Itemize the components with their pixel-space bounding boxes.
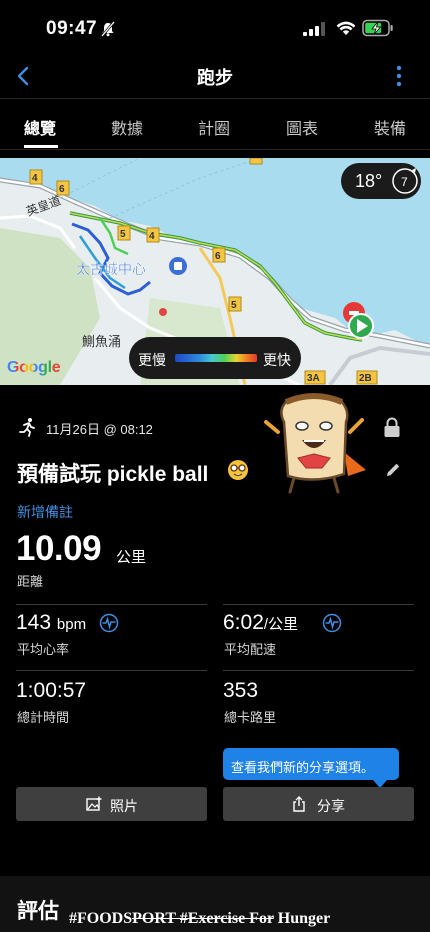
status-time: 09:47 <box>46 18 98 39</box>
calories-value: 353 <box>223 679 259 702</box>
watermark-text-1: #FOODS <box>69 910 133 927</box>
share-button[interactable]: 分享 <box>223 787 414 821</box>
activity-date: 11月26日 @ 08:12 <box>46 422 153 437</box>
tab-bar: 總覽 數據 計圈 圖表 裝備 <box>0 98 430 150</box>
heart-rate-unit: bpm <box>56 616 87 633</box>
more-options-icon[interactable] <box>392 64 406 88</box>
battery-charging-icon <box>362 19 393 37</box>
pace-gradient-bar <box>175 354 257 362</box>
svg-text:5: 5 <box>120 229 126 240</box>
share-tooltip[interactable]: 查看我們新的分享選項。 <box>223 748 399 788</box>
share-icon <box>293 796 305 812</box>
heart-rate-label: 平均心率 <box>17 642 70 657</box>
divider <box>223 670 414 671</box>
legend-slower: 更慢 <box>138 352 166 368</box>
cellular-signal-icon <box>303 22 325 36</box>
weather-badge: 18° 7 <box>341 163 421 199</box>
pace-stat: 6:02/公里 <box>223 611 298 635</box>
pace-label: 平均配速 <box>224 642 277 657</box>
food-mascot-sticker <box>264 393 366 494</box>
svg-text:3A: 3A <box>307 373 320 384</box>
divider <box>16 604 207 605</box>
tab-overview[interactable]: 總覽 <box>24 115 56 139</box>
distance-unit: 公里 <box>116 549 147 566</box>
svg-text:6: 6 <box>215 251 221 262</box>
bell-muted-icon <box>101 21 115 37</box>
svg-text:2B: 2B <box>359 373 372 384</box>
legend-faster: 更快 <box>263 352 291 368</box>
svg-text:太古城中心: 太古城中心 <box>76 262 146 278</box>
calories-label: 總卡路里 <box>224 710 277 725</box>
activity-title-text: 預備試玩 pickle ball <box>17 463 209 486</box>
total-time-label: 總計時間 <box>17 710 70 725</box>
svg-text:6: 6 <box>59 184 65 195</box>
tab-data[interactable]: 數據 <box>111 115 143 139</box>
add-note-link[interactable]: 新增備註 <box>17 502 73 522</box>
watermark-text-3: Hunger <box>273 910 331 927</box>
heart-rate-value: 143 <box>16 611 52 634</box>
activity-title[interactable]: 預備試玩 pickle ball <box>17 458 208 488</box>
edit-pencil-icon[interactable] <box>384 461 402 479</box>
distance-label: 距離 <box>17 574 44 589</box>
svg-text:鰂魚涌: 鰂魚涌 <box>82 335 121 350</box>
pace-unit: /公里 <box>263 616 299 633</box>
photo-button-label: 照片 <box>110 798 138 814</box>
divider <box>223 604 414 605</box>
lock-icon[interactable] <box>383 416 401 438</box>
temperature: 18° <box>355 171 383 191</box>
pace-value: 6:02 <box>223 611 264 634</box>
distance-value: 10.09 <box>16 529 102 568</box>
heart-rate-stat: 143 bpm <box>16 611 86 635</box>
pace-legend: 更慢 更快 <box>129 337 301 379</box>
svg-text:4: 4 <box>32 173 38 184</box>
google-logo-text: Google <box>7 359 61 376</box>
add-photo-icon <box>86 796 102 811</box>
wind-dial-icon: 7 <box>392 168 418 194</box>
wifi-icon <box>336 21 356 35</box>
svg-text:5: 5 <box>231 300 237 311</box>
svg-text:英皇道: 英皇道 <box>24 193 63 218</box>
status-bar: 09:47 <box>0 0 430 58</box>
total-time-value: 1:00:57 <box>16 679 87 702</box>
watermark-text-2: PORT #Exercise For <box>132 910 274 927</box>
tab-laps[interactable]: 計圈 <box>198 115 230 139</box>
tooltip-text: 查看我們新的分享選項。 <box>231 760 375 775</box>
foodsport-watermark: #FOODSPORT #Exercise For Hunger <box>69 910 330 928</box>
nav-bar: 跑步 <box>0 58 430 98</box>
divider <box>16 670 207 671</box>
share-button-label: 分享 <box>317 798 345 814</box>
svg-text:4: 4 <box>149 231 155 242</box>
photo-button[interactable]: 照片 <box>16 787 207 821</box>
heart-rate-chart-icon[interactable] <box>99 613 119 633</box>
pace-chart-icon[interactable] <box>322 613 342 633</box>
google-logo: Google <box>7 359 61 377</box>
tab-charts[interactable]: 圖表 <box>286 115 318 139</box>
nerd-face-emoji-icon <box>228 460 248 480</box>
page-title: 跑步 <box>197 68 233 88</box>
evaluation-title: 評估 <box>17 900 59 923</box>
active-tab-indicator <box>24 145 58 148</box>
tab-gear[interactable]: 裝備 <box>374 115 406 139</box>
weather-number: 7 <box>401 175 408 189</box>
running-icon <box>19 418 35 437</box>
